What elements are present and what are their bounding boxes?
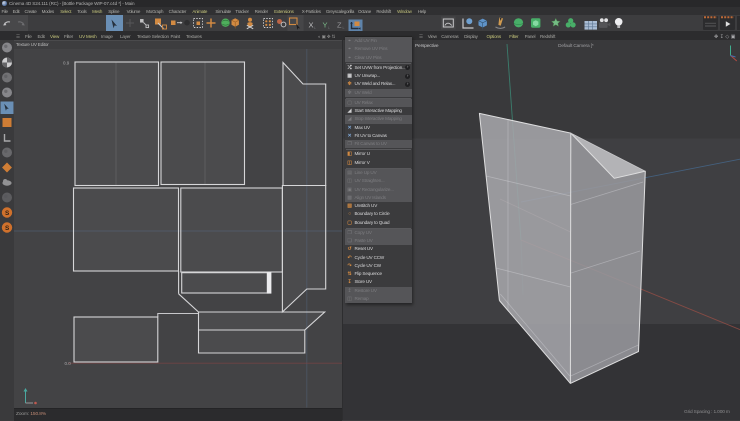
- svg-text:Y: Y: [323, 21, 328, 30]
- svg-text:Z: Z: [337, 21, 342, 30]
- svg-text:0.9: 0.9: [63, 61, 70, 66]
- svg-text:X: X: [309, 21, 314, 30]
- svg-text:L: L: [328, 26, 330, 30]
- svg-text:S: S: [5, 225, 10, 232]
- svg-text:L: L: [314, 26, 316, 30]
- svg-text:L: L: [343, 26, 345, 30]
- svg-text:S: S: [5, 210, 10, 217]
- svg-text:0.0: 0.0: [65, 361, 72, 366]
